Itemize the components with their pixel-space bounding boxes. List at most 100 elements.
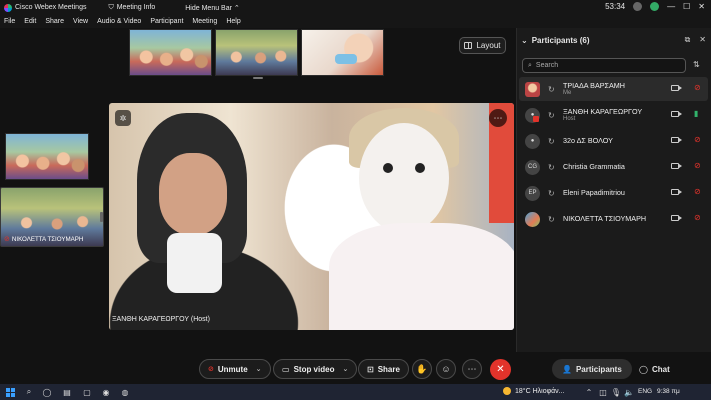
- chevron-up-icon: ⌃: [233, 4, 240, 12]
- connection-status-icon[interactable]: [650, 2, 660, 11]
- hide-menu-bar-label: Hide Menu Bar: [185, 4, 232, 12]
- windows-logo-icon: [5, 387, 15, 397]
- chevron-down-icon[interactable]: ⌄: [342, 365, 348, 373]
- task-view-icon[interactable]: ◯: [42, 387, 52, 397]
- participant-row[interactable]: ● ↻ 32ο ΔΣ ΒΟΛΟΥ ⊘: [519, 129, 708, 153]
- menu-view[interactable]: View: [73, 18, 88, 25]
- menu-help[interactable]: Help: [226, 18, 240, 25]
- participant-row[interactable]: ↻ ΝΙΚΟΛΕΤΤΑ ΤΣΙΟΥΜΑΡΗ ⊘: [519, 207, 708, 231]
- windows-start-button[interactable]: [5, 387, 15, 397]
- mic-muted-icon[interactable]: ⊘: [694, 83, 701, 92]
- sync-icon: ↻: [548, 162, 555, 172]
- mic-muted-icon[interactable]: ⊘: [694, 135, 701, 144]
- sync-icon: ↻: [548, 188, 555, 198]
- taskbar-search-icon[interactable]: ⌕: [24, 387, 34, 397]
- chevron-down-icon[interactable]: ⌄: [521, 36, 528, 45]
- unmute-label: Unmute: [217, 364, 248, 374]
- maximize-button[interactable]: ☐: [683, 2, 690, 11]
- more-options-button[interactable]: ⋯: [462, 359, 482, 379]
- hand-icon: ✋: [416, 363, 428, 374]
- layout-button[interactable]: Layout: [459, 37, 506, 54]
- participant-row[interactable]: ● ↻ ΞΑΝΘΗ ΚΑΡΑΓΕΩΡΓΟΥ Host ▮: [519, 103, 708, 127]
- floating-video-1[interactable]: [5, 133, 89, 180]
- menu-audio-video[interactable]: Audio & Video: [97, 18, 141, 25]
- stop-video-label: Stop video: [293, 364, 335, 374]
- window-controls: 53:34 — ☐ ✕: [605, 2, 705, 11]
- video-more-options-button[interactable]: ⋯: [489, 109, 507, 127]
- mic-tray-icon[interactable]: 🎙: [611, 387, 621, 397]
- menu-bar: File Edit Share View Audio & Video Parti…: [0, 15, 711, 28]
- sun-icon: [503, 387, 511, 395]
- stop-video-button[interactable]: ▭ Stop video ⌄: [273, 359, 358, 379]
- info-icon[interactable]: [633, 2, 643, 11]
- smiley-icon: ☺: [441, 364, 451, 374]
- chevron-down-icon[interactable]: ⌄: [256, 365, 262, 373]
- doll-face: [359, 123, 449, 233]
- taskbar-clock[interactable]: 9:38 πμ: [657, 388, 680, 395]
- avatar: EP: [525, 185, 540, 201]
- participants-panel-header: ⌄ Participants (6) ⧉ ✕: [521, 35, 706, 45]
- sort-icon[interactable]: ⇅: [693, 60, 700, 69]
- participants-label: Participants: [575, 364, 622, 374]
- menu-share[interactable]: Share: [45, 18, 64, 25]
- minimize-button[interactable]: —: [667, 2, 675, 11]
- face-mask-image: [335, 54, 357, 64]
- close-window-button[interactable]: ✕: [698, 2, 705, 11]
- unmute-button[interactable]: ⊘ Unmute ⌄: [199, 359, 271, 379]
- pin-icon: ✲: [119, 113, 127, 123]
- pin-video-button[interactable]: ✲: [115, 110, 131, 126]
- participant-row[interactable]: CG ↻ Christia Grammatia ⊘: [519, 155, 708, 179]
- thumbnail-drag-handle[interactable]: [100, 212, 103, 222]
- user-icon: ●: [530, 138, 535, 144]
- mic-muted-icon: ⊘: [4, 236, 10, 243]
- weather-text: 18°C Ηλιοφάν...: [515, 387, 565, 395]
- video-camera-icon: ▭: [282, 364, 290, 374]
- menu-edit[interactable]: Edit: [24, 18, 36, 25]
- hide-menu-bar-button[interactable]: Hide Menu Bar ⌃: [185, 4, 240, 12]
- reactions-button[interactable]: ☺: [436, 359, 456, 379]
- filmstrip-video-2[interactable]: [215, 29, 298, 76]
- participant-row[interactable]: ↻ ΤΡΙΑΔΑ ΒΑΡΣΑΜΗ Me ⊘: [519, 77, 708, 101]
- mic-muted-icon[interactable]: ⊘: [694, 161, 701, 170]
- menu-participant[interactable]: Participant: [150, 18, 183, 25]
- meeting-info-button[interactable]: ⛉ Meeting Info: [108, 4, 155, 12]
- popout-icon[interactable]: ⧉: [685, 35, 691, 45]
- video-camera-icon: [671, 189, 682, 195]
- sync-icon: ↻: [548, 214, 555, 224]
- webex-taskbar-icon[interactable]: ◉: [101, 387, 111, 397]
- filmstrip-video-3[interactable]: [301, 29, 384, 76]
- filmstrip-resize-handle[interactable]: [253, 77, 263, 79]
- mic-muted-icon[interactable]: ⊘: [694, 187, 701, 196]
- close-panel-icon[interactable]: ✕: [699, 35, 706, 45]
- participant-role: Me: [563, 89, 572, 96]
- chat-toggle-button[interactable]: ◯ Chat: [633, 359, 676, 379]
- mic-on-icon[interactable]: ▮: [694, 109, 698, 118]
- video-camera-icon: [671, 85, 682, 91]
- active-speaker-video[interactable]: [109, 103, 514, 330]
- chrome-icon[interactable]: ◍: [120, 387, 130, 397]
- avatar: [525, 211, 540, 227]
- share-button[interactable]: ⊡ Share: [358, 359, 409, 379]
- leave-meeting-button[interactable]: ✕: [490, 359, 511, 380]
- tray-chevron-icon[interactable]: ⌃: [584, 387, 594, 397]
- input-language[interactable]: ENG: [638, 388, 652, 395]
- floating-video-2-name: ΝΙΚΟΛΕΤΤΑ ΤΣΙΟΥΜΑΡΗ: [11, 235, 84, 243]
- taskbar-app-icon[interactable]: ▢: [82, 387, 92, 397]
- participant-name: ΞΑΝΘΗ ΚΑΡΑΓΕΩΡΓΟΥ: [563, 106, 643, 116]
- menu-file[interactable]: File: [4, 18, 15, 25]
- filmstrip-video-1[interactable]: [129, 29, 212, 76]
- participant-name: Eleni Papadimitriou: [563, 188, 625, 198]
- participant-row[interactable]: EP ↻ Eleni Papadimitriou ⊘: [519, 181, 708, 205]
- mic-muted-icon[interactable]: ⊘: [694, 213, 701, 222]
- volume-icon[interactable]: 🔈: [624, 387, 634, 397]
- participant-search-input[interactable]: ⌕ Search: [522, 58, 686, 73]
- raise-hand-button[interactable]: ✋: [412, 359, 432, 379]
- menu-meeting[interactable]: Meeting: [192, 18, 217, 25]
- sync-icon: ↻: [548, 110, 555, 120]
- participants-toggle-button[interactable]: 👤 Participants: [552, 359, 632, 379]
- network-icon[interactable]: ◫: [598, 387, 608, 397]
- file-explorer-icon[interactable]: ▤: [62, 387, 72, 397]
- participant-name: 32ο ΔΣ ΒΟΛΟΥ: [563, 136, 613, 146]
- weather-widget[interactable]: 18°C Ηλιοφάν...: [503, 387, 565, 395]
- chat-label: Chat: [651, 364, 670, 374]
